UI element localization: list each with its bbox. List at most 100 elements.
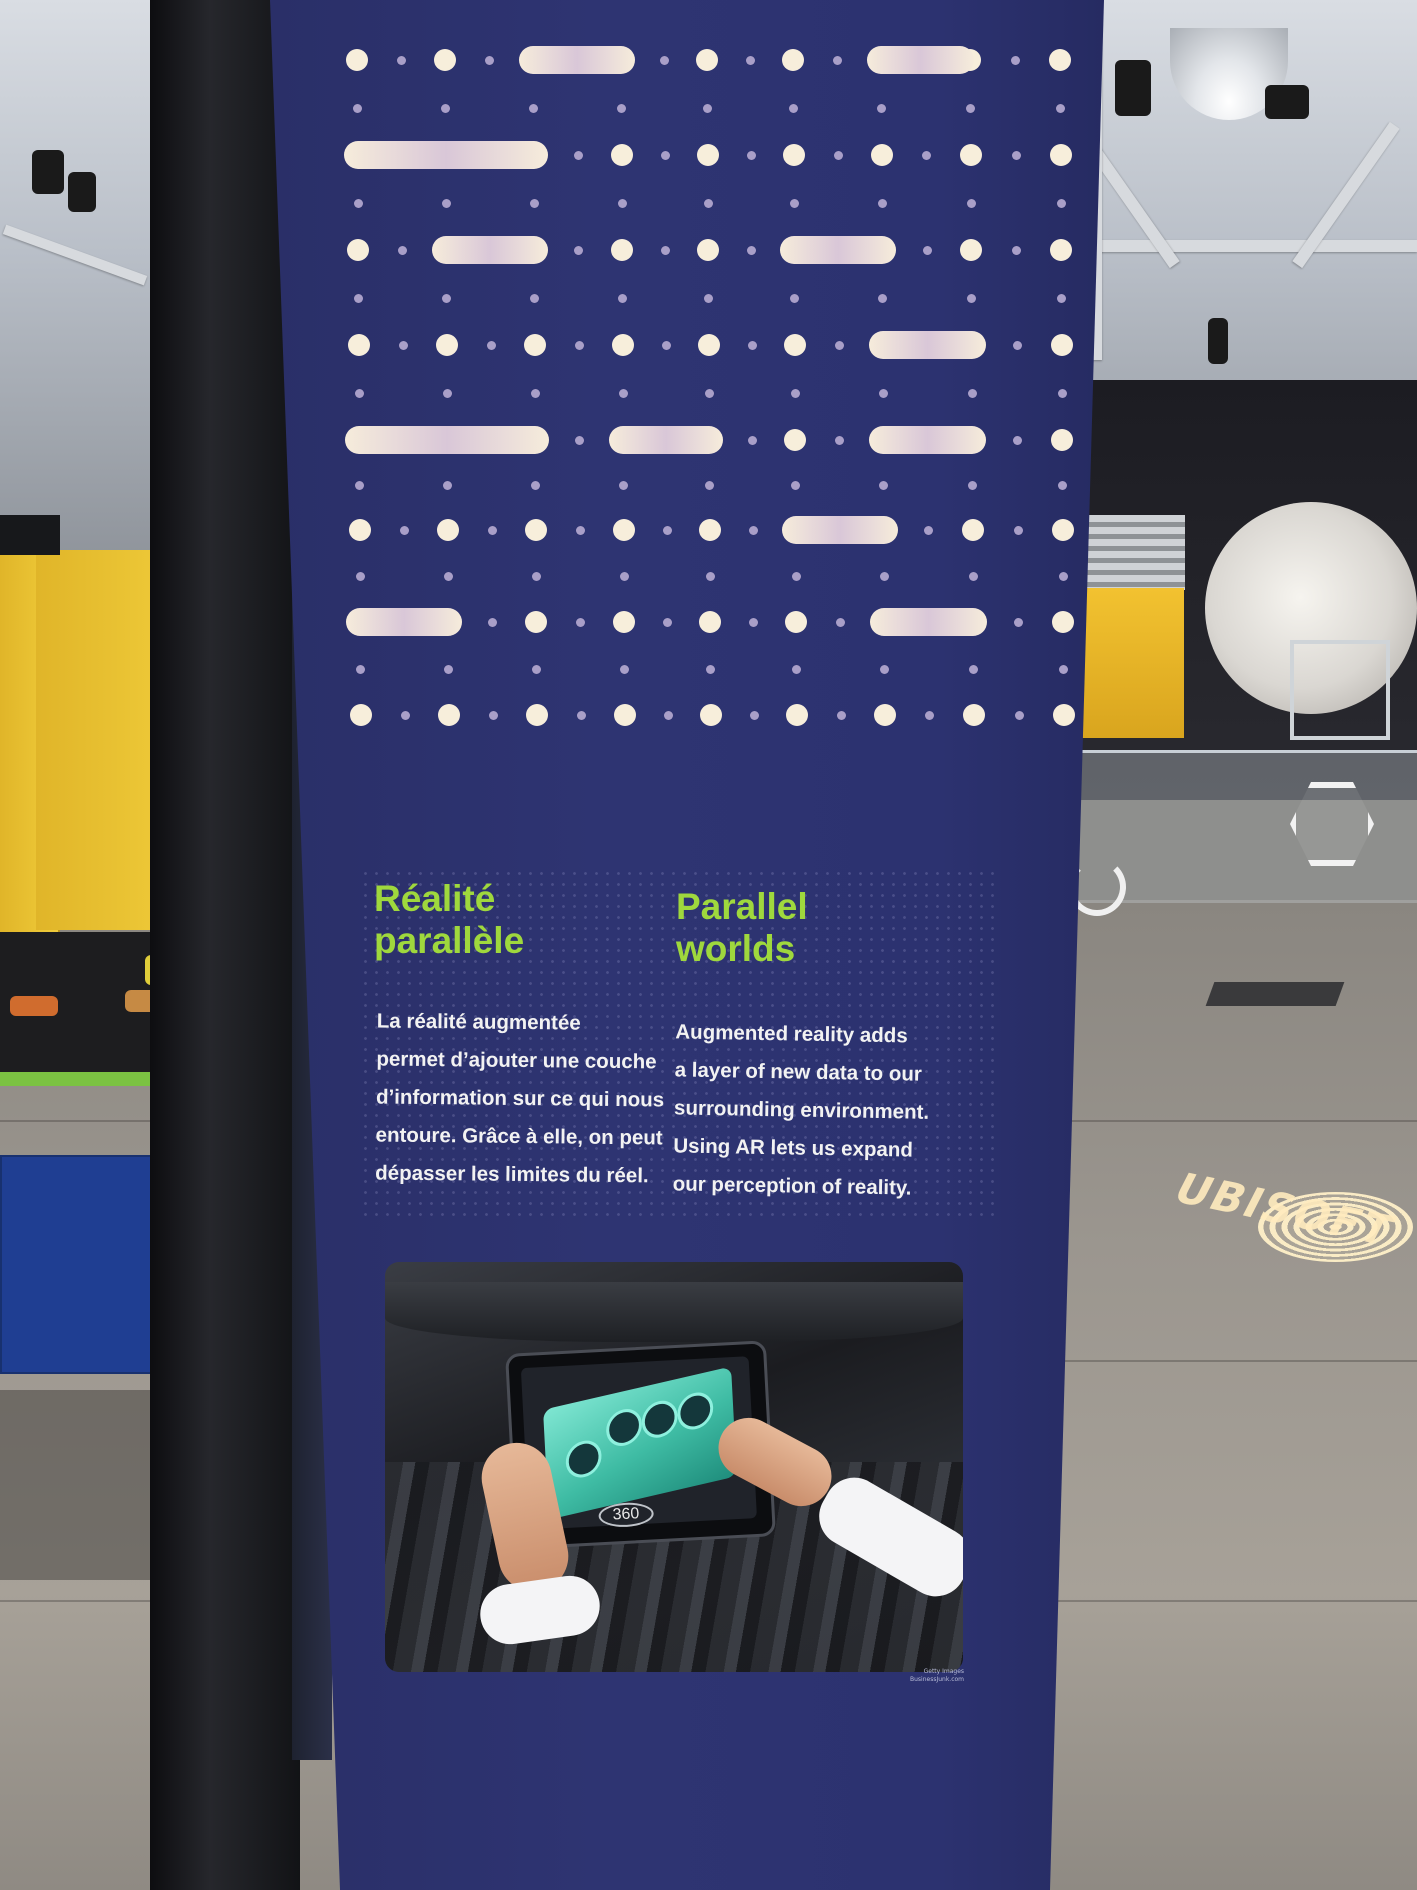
pattern-small-dot [746,56,755,65]
pattern-dot [346,49,368,71]
pattern-small-dot [747,341,757,350]
pattern-dot [697,334,720,356]
pattern-small-dot [617,198,627,208]
pattern-small-dot [398,341,408,350]
pattern-small-dot [619,572,629,581]
pattern-small-dot [1057,293,1066,303]
pattern-small-dot [1012,246,1021,255]
pattern-dot [612,519,635,541]
pattern-dot [870,144,893,166]
pattern-small-dot [400,711,410,720]
pattern-small-dot [397,56,406,65]
pattern-small-dot [834,341,844,350]
pattern-small-dot [704,388,714,398]
pattern-small-dot [531,572,541,581]
dot-dash-pattern [270,0,1104,760]
pattern-small-dot [835,436,844,445]
ar-engine-photo: 360 [385,1262,963,1672]
pattern-small-dot [485,56,494,65]
pattern-small-dot [879,481,888,490]
pattern-small-dot [878,293,887,303]
english-heading: Parallel worlds [676,886,808,969]
pattern-small-dot [877,198,887,208]
pattern-dash [343,141,548,169]
pattern-small-dot [532,664,541,674]
pattern-dash [519,46,635,74]
pattern-small-dot [354,388,364,398]
pattern-small-dot [706,664,715,674]
pattern-small-dot [354,293,363,303]
pattern-small-dot [789,103,798,113]
pattern-small-dot [617,103,626,113]
pattern-dot [1050,239,1072,261]
pattern-dot [960,239,982,261]
pattern-small-dot [441,198,451,208]
pattern-dot [784,429,806,451]
pattern-small-dot [576,711,586,720]
pattern-small-dot [442,293,451,303]
pattern-small-dot [444,664,453,674]
pattern-small-dot [968,572,978,581]
pattern-dot [611,239,633,261]
floor-sign [1205,982,1345,1006]
pattern-dot [613,611,635,633]
pattern-dot [613,704,636,726]
pattern-dot [525,611,547,633]
display-pole [150,0,300,1890]
pattern-dot [699,704,722,726]
pattern-small-dot [355,481,364,490]
pattern-small-dot [660,56,669,65]
pattern-small-dot [789,198,799,208]
pattern-dot [1052,704,1075,726]
pattern-dot [783,334,806,356]
pattern-small-dot [529,103,538,113]
photo-credit: Getty Images BusinessJunk.com [910,1668,965,1683]
pattern-small-dot [922,246,932,255]
pattern-small-dot [790,293,799,303]
pattern-dot [785,611,807,633]
pattern-dot [348,519,371,541]
pattern-dot [610,144,633,166]
pattern-small-dot [703,103,712,113]
pattern-dot [349,704,372,726]
pattern-small-dot [704,293,713,303]
dark-doorway [0,515,60,555]
pattern-small-dot [966,103,975,113]
spotlight [1265,85,1309,119]
pattern-small-dot [748,526,758,535]
pattern-small-dot [356,664,365,674]
pattern-small-dot [878,388,888,398]
pattern-small-dot [877,103,886,113]
pattern-small-dot [574,341,584,350]
pattern-small-dot [353,103,362,113]
pattern-dot [1049,144,1072,166]
ceiling-beam [1100,240,1417,252]
pattern-small-dot [748,436,757,445]
pattern-small-dot [922,151,931,160]
pattern-small-dot [833,56,842,65]
pattern-dot [347,334,370,356]
pattern-small-dot [353,198,363,208]
pattern-small-dot [442,388,452,398]
pattern-small-dot [530,293,539,303]
pattern-dot [1051,519,1074,541]
pattern-small-dot [749,711,759,720]
car-hood-edge [385,1282,963,1342]
pattern-small-dot [529,198,539,208]
pattern-dot [699,611,721,633]
spotlight [1208,318,1228,364]
pattern-small-dot [443,572,453,581]
pattern-small-dot [747,246,756,255]
pattern-dot [961,519,984,541]
table-object [10,996,58,1016]
pattern-dot [785,704,808,726]
pattern-small-dot [576,618,585,627]
pattern-small-dot [661,246,670,255]
pattern-dot [697,239,719,261]
pattern-small-dot [486,341,496,350]
pattern-small-dot [619,481,628,490]
pattern-small-dot [663,711,673,720]
pattern-dot [1051,429,1073,451]
pattern-dash [870,608,987,636]
pattern-small-dot [488,618,497,627]
